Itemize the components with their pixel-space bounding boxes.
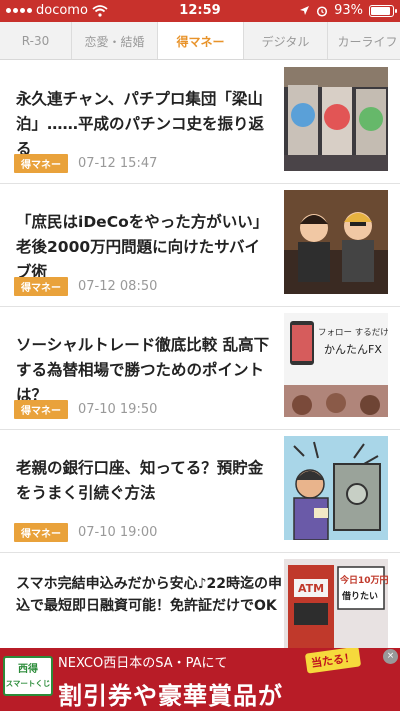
ad-banner[interactable]: 西得 スマートくじ NEXCO西日本のSA・PAにて 割引券や豪華賞品が 当たる…: [0, 648, 400, 711]
article-item[interactable]: 老親の銀行口座、知ってる？預貯金をうまく引続ぐ方法 得マネー 07-10 19:…: [0, 430, 400, 553]
category-badge: 得マネー: [14, 400, 68, 419]
forex-sub: かんたんFX: [324, 343, 382, 356]
atm-amount: 今日10万円: [339, 574, 388, 586]
ad-line1: NEXCO西日本のSA・PAにて: [58, 656, 228, 671]
article-title[interactable]: 老親の銀行口座、知ってる？預貯金をうまく引続ぐ方法: [16, 456, 271, 506]
article-title[interactable]: ソーシャルトレード徹底比較 乱高下する為替相場で勝つためのポイントは？: [16, 333, 271, 408]
category-badge: 得マネー: [14, 277, 68, 296]
status-bar: docomo 12:59 93%: [0, 0, 400, 22]
pachinko-thumbnail[interactable]: [284, 67, 388, 171]
article-item[interactable]: ソーシャルトレード徹底比較 乱高下する為替相場で勝つためのポイントは？ 得マネー…: [0, 307, 400, 430]
tab-r30[interactable]: R-30: [0, 22, 72, 59]
article-date: 07-10 19:50: [78, 402, 158, 417]
battery-percent: 93%: [334, 3, 363, 18]
article-date: 07-12 15:47: [78, 156, 158, 171]
ad-burst: 当たる！: [304, 648, 362, 674]
two-men-thumbnail[interactable]: [284, 190, 388, 294]
category-tabs: R-30 恋愛・結婚 得マネー デジタル カーライフ: [0, 22, 400, 60]
tab-digital[interactable]: デジタル: [244, 22, 328, 59]
article-date: 07-12 08:50: [78, 279, 158, 294]
article-title[interactable]: 永久連チャン、パチプロ集団「梁山泊」……平成のパチンコ史を振り返る: [16, 87, 271, 162]
tab-love-marriage[interactable]: 恋愛・結婚: [72, 22, 158, 59]
article-item[interactable]: 「庶民はiDeCoをやった方がいい」老後2000万円問題に向けたサバイブ術 得マ…: [0, 184, 400, 307]
forex-headline: フォロー するだけの: [318, 328, 388, 338]
location-arrow-icon: [300, 6, 310, 15]
category-badge: 得マネー: [14, 154, 68, 173]
atm-label: ATM: [298, 582, 324, 595]
article-title[interactable]: スマホ完結申込みだから安心♪22時迄の申込で最短即日融資可能！免許証だけでOK: [16, 573, 286, 617]
atm-want: 借りたい: [341, 590, 378, 602]
alarm-icon: [317, 5, 328, 17]
tab-money[interactable]: 得マネー: [158, 22, 244, 59]
bank-safe-thumbnail[interactable]: [284, 436, 388, 540]
logo-text-top: 西得: [18, 664, 38, 675]
category-badge: 得マネー: [14, 523, 68, 542]
article-item[interactable]: 永久連チャン、パチプロ集団「梁山泊」……平成のパチンコ史を振り返る 得マネー 0…: [0, 61, 400, 184]
article-date: 07-10 19:00: [78, 525, 158, 540]
article-list: 永久連チャン、パチプロ集団「梁山泊」……平成のパチンコ史を振り返る 得マネー 0…: [0, 61, 400, 676]
logo-text-bottom: スマートくじ: [5, 679, 51, 688]
forex-thumbnail[interactable]: フォロー するだけの かんたんFX: [284, 313, 388, 417]
nishitoku-logo: 西得 スマートくじ: [3, 656, 53, 696]
ad-line2: 割引券や豪華賞品が: [58, 682, 283, 710]
battery-icon: [369, 4, 397, 17]
ad-close-icon[interactable]: ×: [383, 649, 398, 664]
article-title[interactable]: 「庶民はiDeCoをやった方がいい」老後2000万円問題に向けたサバイブ術: [16, 210, 271, 285]
tab-carlife[interactable]: カーライフ: [328, 22, 400, 59]
